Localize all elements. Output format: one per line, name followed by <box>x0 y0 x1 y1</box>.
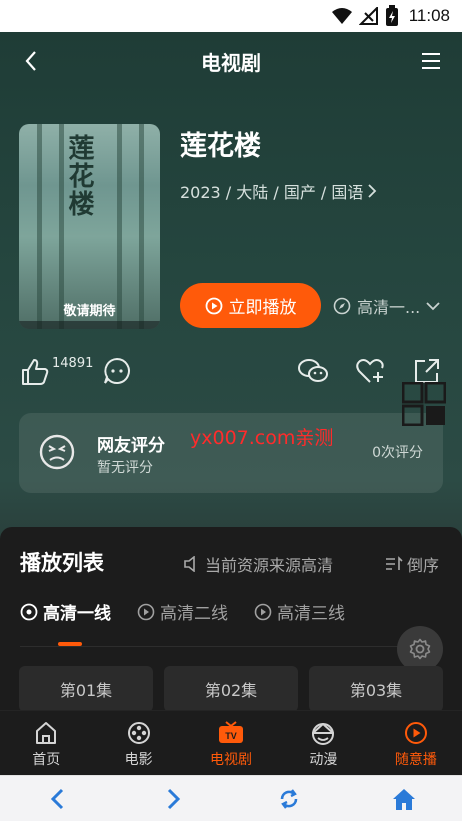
share-icon[interactable] <box>413 357 441 385</box>
play-now-label: 立即播放 <box>228 298 297 318</box>
source-notice-text: 当前资源来源高清 <box>205 556 334 575</box>
line-tab-label: 高清二线 <box>160 604 228 624</box>
browser-refresh-button[interactable] <box>269 779 309 819</box>
signal-icon <box>358 7 378 25</box>
show-meta[interactable]: 2023 / 大陆 / 国产 / 国语 <box>180 179 377 203</box>
line-tab-3[interactable]: 高清三线 <box>254 599 345 624</box>
line-tab-label: 高清三线 <box>277 604 345 624</box>
episode-list: 第01集 第02集 第03集 <box>19 666 443 712</box>
page-title: 电视剧 <box>201 50 261 75</box>
tab-anime[interactable]: 动漫 <box>277 711 369 775</box>
tab-home[interactable]: 首页 <box>0 711 92 775</box>
gear-icon <box>409 638 431 660</box>
show-meta-text: 2023 / 大陆 / 国产 / 国语 <box>180 183 364 202</box>
sort-label: 倒序 <box>407 556 440 575</box>
favorite-add-icon[interactable] <box>356 358 386 384</box>
divider <box>20 646 442 647</box>
rating-sub: 暂无评分 <box>97 460 153 476</box>
rating-face-icon <box>39 434 75 470</box>
sort-icon <box>386 556 403 570</box>
tab-tv[interactable]: TV 电视剧 <box>185 711 277 775</box>
source-select-label: 高清一... <box>357 298 421 317</box>
chevron-right-icon <box>368 184 377 198</box>
browser-home-button[interactable] <box>384 779 424 819</box>
play-circle-icon <box>404 722 427 744</box>
forward-arrow-icon <box>168 788 181 809</box>
episode-button[interactable]: 第02集 <box>164 666 298 712</box>
tab-label: 电视剧 <box>210 752 253 768</box>
like-count: 14891 <box>52 356 94 371</box>
tab-label: 随意播 <box>394 752 437 768</box>
playlist-title: 播放列表 <box>20 551 104 575</box>
film-reel-icon <box>127 722 150 744</box>
line-tab-label: 高清一线 <box>43 604 111 624</box>
status-bar: 11:08 <box>0 0 462 32</box>
home-icon <box>393 788 416 810</box>
poster-bamboo <box>139 124 144 329</box>
app-screen: 11:08 电视剧 莲花楼 敬请期待 莲花楼 2023 / 大陆 / 国产 / … <box>0 0 462 775</box>
battery-icon <box>385 5 398 26</box>
rating-count: 0次评分 <box>372 445 423 461</box>
speaker-icon <box>184 556 195 572</box>
refresh-icon <box>280 788 298 809</box>
wechat-icon[interactable] <box>297 357 329 385</box>
bottom-tab-bar: 首页 电影 TV 电视剧 动漫 随意播 <box>0 710 462 775</box>
play-circle-icon <box>254 603 272 620</box>
header: 电视剧 <box>0 32 462 90</box>
tab-label: 电影 <box>124 752 153 768</box>
tab-label: 动漫 <box>309 752 338 768</box>
browser-forward-button[interactable] <box>153 779 193 819</box>
show-title: 莲花楼 <box>180 131 261 162</box>
source-notice: 当前资源来源高清 <box>183 552 345 576</box>
tab-movie[interactable]: 电影 <box>92 711 184 775</box>
browser-back-button[interactable] <box>38 779 78 819</box>
browser-toolbar <box>0 775 462 821</box>
line-tab-2[interactable]: 高清二线 <box>137 599 228 624</box>
poster-bamboo <box>37 124 42 329</box>
rating-label: 网友评分 <box>97 436 165 456</box>
poster: 莲花楼 敬请期待 <box>19 124 160 329</box>
source-select[interactable]: 高清一... <box>333 294 440 318</box>
qr-code-icon[interactable] <box>402 382 446 426</box>
thumbs-up-icon[interactable] <box>20 357 50 387</box>
poster-bamboo <box>117 124 122 329</box>
status-time: 11:08 <box>408 6 450 25</box>
play-circle-icon <box>137 603 155 620</box>
episode-button[interactable]: 第01集 <box>19 666 153 712</box>
chevron-down-icon <box>426 302 440 311</box>
poster-title: 莲花楼 <box>64 134 94 218</box>
wifi-icon <box>331 8 352 24</box>
home-icon <box>36 722 57 744</box>
play-now-button[interactable]: 立即播放 <box>180 283 321 328</box>
menu-icon[interactable] <box>420 51 442 71</box>
line-tab-1[interactable]: 高清一线 <box>20 599 111 624</box>
sort-toggle[interactable]: 倒序 <box>385 552 439 576</box>
poster-caption: 敬请期待 <box>63 304 116 319</box>
play-circle-icon <box>205 297 222 314</box>
tab-random-play[interactable]: 随意播 <box>370 711 462 775</box>
watermark-text: yx007.com亲测 <box>190 427 334 449</box>
play-circle-icon <box>20 603 38 620</box>
tv-icon: TV <box>219 721 244 743</box>
back-arrow-icon <box>50 788 63 809</box>
comment-icon[interactable] <box>103 357 131 385</box>
svg-text:TV: TV <box>225 731 237 741</box>
back-icon[interactable] <box>20 49 44 73</box>
poster-footer <box>19 321 160 329</box>
compass-icon <box>333 297 351 315</box>
anime-icon <box>312 723 335 745</box>
line-tabs: 高清一线 高清二线 高清三线 <box>20 599 345 624</box>
episode-button[interactable]: 第03集 <box>309 666 443 712</box>
tab-label: 首页 <box>32 752 61 768</box>
